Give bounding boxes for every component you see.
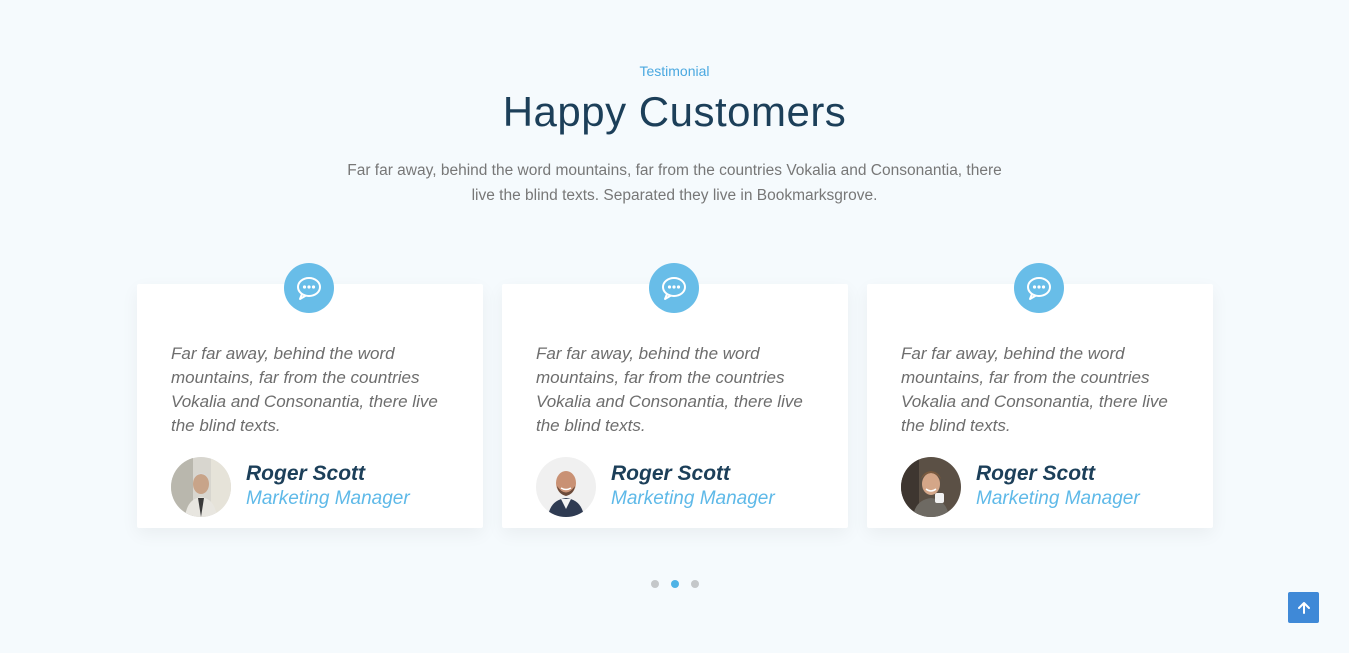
carousel-pagination	[650, 580, 700, 589]
testimonial-text: Far far away, behind the word mountains,…	[901, 344, 1168, 435]
section-intro: Far far away, behind the word mountains,…	[347, 162, 1002, 204]
chat-bubble-icon	[284, 263, 334, 313]
scroll-to-top-button[interactable]	[1288, 592, 1319, 623]
avatar	[536, 457, 596, 517]
arrow-up-icon	[1297, 601, 1310, 614]
carousel-dot-1[interactable]	[651, 580, 659, 588]
testimonial-author: Roger Scott Marketing Manager	[901, 456, 1191, 518]
testimonial-card: Far far away, behind the word mountains,…	[137, 263, 483, 528]
author-role: Marketing Manager	[611, 488, 775, 509]
avatar	[901, 457, 961, 517]
author-role: Marketing Manager	[976, 488, 1140, 509]
testimonial-author: Roger Scott Marketing Manager	[171, 456, 461, 518]
testimonial-card: Far far away, behind the word mountains,…	[867, 263, 1213, 528]
carousel-dot-3[interactable]	[691, 580, 699, 588]
author-name: Roger Scott	[611, 462, 731, 485]
section-title: Happy Customers	[502, 88, 847, 135]
carousel-dot-2-active[interactable]	[671, 580, 679, 588]
chat-bubble-icon	[1014, 263, 1064, 313]
testimonial-text: Far far away, behind the word mountains,…	[171, 344, 438, 435]
avatar	[171, 457, 231, 517]
chat-bubble-icon	[649, 263, 699, 313]
section-kicker: Testimonial	[639, 63, 710, 79]
testimonial-card: Far far away, behind the word mountains,…	[502, 263, 848, 528]
testimonial-text: Far far away, behind the word mountains,…	[536, 344, 803, 435]
author-role: Marketing Manager	[246, 488, 410, 509]
testimonial-carousel[interactable]: Far far away, behind the word mountains,…	[136, 263, 1214, 533]
testimonial-author: Roger Scott Marketing Manager	[536, 456, 826, 518]
author-name: Roger Scott	[976, 462, 1096, 485]
author-name: Roger Scott	[246, 462, 366, 485]
